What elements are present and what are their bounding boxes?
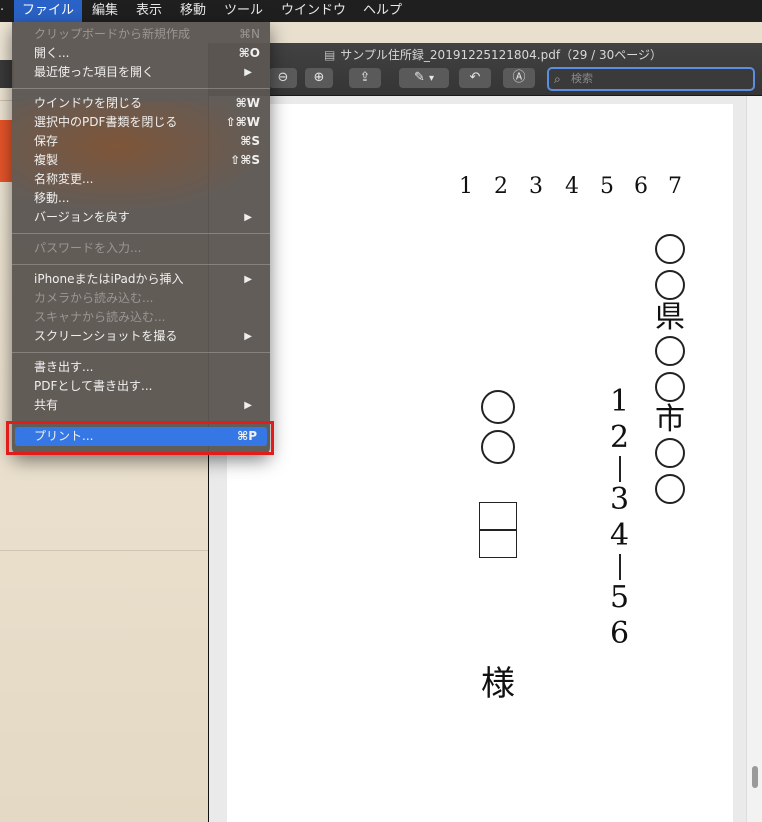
menu-separator bbox=[12, 233, 270, 234]
scrollbar-thumb[interactable] bbox=[752, 766, 758, 788]
dash-mark bbox=[618, 554, 621, 580]
vertical-scrollbar[interactable] bbox=[746, 96, 762, 822]
menu-separator bbox=[12, 264, 270, 265]
share-icon: ⇪ bbox=[359, 70, 371, 85]
submenu-arrow-icon: ▶ bbox=[244, 331, 252, 342]
zoom-out-icon: ⊖ bbox=[277, 70, 289, 85]
placeholder-circle bbox=[655, 234, 685, 264]
menu-window[interactable]: ウインドウ bbox=[273, 0, 354, 22]
menu-item-export[interactable]: 書き出す... bbox=[34, 358, 260, 377]
placeholder-circle bbox=[655, 474, 685, 504]
submenu-arrow-icon: ▶ bbox=[244, 274, 252, 285]
menu-item-import-camera[interactable]: カメラから読み込む... bbox=[34, 289, 260, 308]
apple-menu-icon[interactable]: · bbox=[0, 3, 10, 18]
menu-tools[interactable]: ツール bbox=[216, 0, 271, 22]
placeholder-circle bbox=[655, 438, 685, 468]
name-column: 様 bbox=[479, 390, 517, 702]
address-prefecture-char: 県 bbox=[655, 300, 685, 335]
rotate-button[interactable]: ↶ bbox=[459, 68, 491, 88]
background-orange-banner bbox=[0, 120, 12, 182]
background-divider bbox=[0, 550, 208, 551]
submenu-arrow-icon: ▶ bbox=[244, 212, 252, 223]
address-number-column: 1 2 3 4 5 6 bbox=[610, 384, 629, 652]
window-titlebar: ▤ サンプル住所録_20191225121804.pdf（29 / 30ページ） … bbox=[209, 43, 762, 96]
file-menu-dropdown: クリップボードから新規作成 ⌘N 開く... ⌘O 最近使った項目を開く ▶ ウ… bbox=[12, 22, 270, 454]
menu-item-open-recent[interactable]: 最近使った項目を開く ▶ bbox=[34, 63, 260, 82]
preview-window: ▤ サンプル住所録_20191225121804.pdf（29 / 30ページ） … bbox=[208, 43, 762, 822]
menu-item-share[interactable]: 共有 ▶ bbox=[34, 396, 260, 415]
rotate-icon: ↶ bbox=[469, 70, 481, 85]
markup-button[interactable]: ✎ ▾ bbox=[399, 68, 449, 88]
address-digit: 4 bbox=[610, 518, 630, 553]
zoom-in-icon: ⊕ bbox=[313, 70, 325, 85]
pdf-page: 1 2 3 4 5 6 7 県 市 1 2 3 4 5 6 様 bbox=[227, 104, 733, 822]
postal-digit: 2 bbox=[494, 174, 508, 199]
menu-item-open[interactable]: 開く... ⌘O bbox=[34, 44, 260, 63]
address-digit: 2 bbox=[610, 420, 630, 455]
print-highlight-annotation bbox=[6, 421, 274, 455]
menu-item-new-from-clipboard[interactable]: クリップボードから新規作成 ⌘N bbox=[34, 25, 260, 44]
postal-digit: 7 bbox=[668, 174, 682, 199]
menu-go[interactable]: 移動 bbox=[172, 0, 214, 22]
submenu-arrow-icon: ▶ bbox=[244, 400, 252, 411]
menu-item-close-pdf[interactable]: 選択中のPDF書類を閉じる ⇧⌘W bbox=[34, 113, 260, 132]
address-digit: 1 bbox=[610, 384, 630, 419]
pen-icon: ✎ bbox=[413, 70, 425, 85]
menu-item-duplicate[interactable]: 複製 ⇧⌘S bbox=[34, 151, 260, 170]
search-icon: ⌕ bbox=[554, 72, 561, 86]
menu-item-enter-password[interactable]: パスワードを入力... bbox=[34, 239, 260, 258]
zoom-out-button[interactable]: ⊖ bbox=[269, 68, 297, 88]
search-field[interactable]: ⌕ 検索 bbox=[547, 67, 755, 91]
search-placeholder: 検索 bbox=[571, 72, 593, 85]
zoom-in-button[interactable]: ⊕ bbox=[305, 68, 333, 88]
placeholder-circle bbox=[655, 336, 685, 366]
window-title: ▤ サンプル住所録_20191225121804.pdf（29 / 30ページ） bbox=[323, 48, 663, 62]
chevron-down-icon: ▾ bbox=[429, 73, 435, 84]
address-digit: 6 bbox=[610, 616, 630, 651]
menu-item-move[interactable]: 移動... bbox=[34, 189, 260, 208]
pdf-document-icon: ▤ bbox=[323, 48, 336, 62]
postal-digit: 5 bbox=[600, 174, 614, 199]
menu-bar: · ファイル 編集 表示 移動 ツール ウインドウ ヘルプ bbox=[0, 0, 762, 22]
placeholder-square bbox=[479, 502, 517, 530]
placeholder-circle bbox=[481, 430, 515, 464]
dash-mark bbox=[618, 456, 621, 482]
menu-item-import-scanner[interactable]: スキャナから読み込む... bbox=[34, 308, 260, 327]
markup-toolbar-button[interactable]: Ⓐ bbox=[503, 68, 535, 88]
submenu-arrow-icon: ▶ bbox=[244, 67, 252, 78]
postal-digit: 4 bbox=[565, 174, 579, 199]
menu-item-insert-from-iphone[interactable]: iPhoneまたはiPadから挿入 ▶ bbox=[34, 270, 260, 289]
address-digit: 5 bbox=[610, 580, 630, 615]
menu-separator bbox=[12, 352, 270, 353]
address-digit: 3 bbox=[610, 482, 630, 517]
placeholder-square bbox=[479, 530, 517, 558]
menu-file[interactable]: ファイル bbox=[14, 0, 83, 22]
address-column: 県 市 bbox=[655, 234, 685, 504]
placeholder-circle bbox=[655, 270, 685, 300]
address-city-char: 市 bbox=[655, 402, 685, 437]
postal-digit: 6 bbox=[634, 174, 648, 199]
markup-circle-icon: Ⓐ bbox=[512, 70, 526, 85]
menu-item-revert[interactable]: バージョンを戻す ▶ bbox=[34, 208, 260, 227]
postal-digit: 1 bbox=[459, 174, 473, 199]
menu-view[interactable]: 表示 bbox=[128, 0, 170, 22]
share-button[interactable]: ⇪ bbox=[349, 68, 381, 88]
menu-item-close-window[interactable]: ウインドウを閉じる ⌘W bbox=[34, 94, 260, 113]
menu-help[interactable]: ヘルプ bbox=[355, 0, 410, 22]
menu-edit[interactable]: 編集 bbox=[84, 0, 126, 22]
menu-item-save[interactable]: 保存 ⌘S bbox=[34, 132, 260, 151]
honorific: 様 bbox=[481, 664, 515, 704]
placeholder-circle bbox=[655, 372, 685, 402]
postal-digit: 3 bbox=[529, 174, 543, 199]
menu-separator bbox=[12, 88, 270, 89]
menu-item-take-screenshot[interactable]: スクリーンショットを撮る ▶ bbox=[34, 327, 260, 346]
placeholder-circle bbox=[481, 390, 515, 424]
document-view[interactable]: 1 2 3 4 5 6 7 県 市 1 2 3 4 5 6 様 bbox=[209, 96, 762, 822]
menu-item-rename[interactable]: 名称変更... bbox=[34, 170, 260, 189]
menu-item-export-as-pdf[interactable]: PDFとして書き出す... bbox=[34, 377, 260, 396]
